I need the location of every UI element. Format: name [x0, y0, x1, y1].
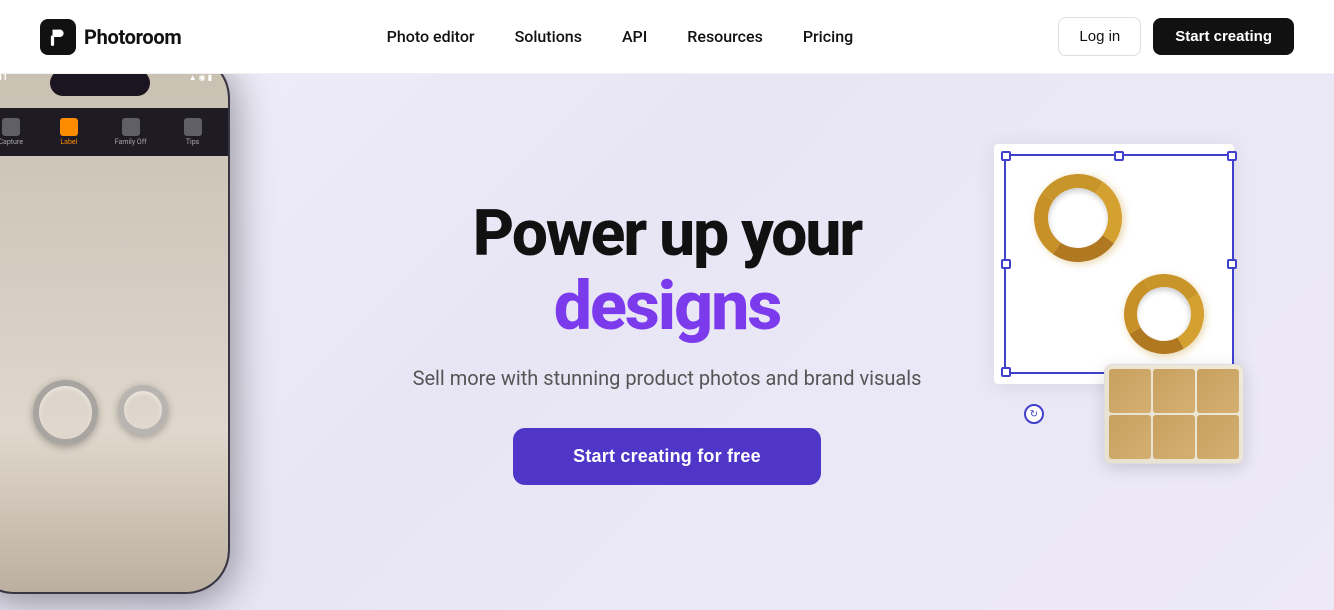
tablet-cell-6 [1197, 415, 1239, 459]
phone-status-icons: ▲ ◉ ▮ [189, 74, 212, 82]
nav-api[interactable]: API [622, 27, 647, 46]
label-icon [60, 118, 78, 136]
tool-tips: Tips [184, 118, 202, 146]
tips-label: Tips [186, 138, 199, 146]
login-button[interactable]: Log in [1058, 17, 1141, 56]
tool-capture: Capture [0, 118, 23, 146]
capture-icon [2, 118, 20, 136]
tablet-cell-1 [1109, 369, 1151, 413]
jewelry-canvas: ↻ [994, 134, 1254, 394]
silver-ring-1 [33, 380, 98, 445]
phone-jewelry [2, 312, 198, 512]
phone-time: 9:41 [0, 74, 8, 83]
phone-status-bar: 9:41 ▲ ◉ ▮ [0, 74, 212, 83]
navbar: Photoroom Photo editor Solutions API Res… [0, 0, 1334, 74]
selection-box [1004, 154, 1234, 374]
logo-svg [47, 26, 69, 48]
jewelry-mockup: ↻ [994, 134, 1274, 434]
handle-ml [1001, 259, 1011, 269]
tablet-cell-3 [1197, 369, 1239, 413]
handle-tm [1114, 151, 1124, 161]
brand-name: Photoroom [84, 25, 181, 49]
handle-tl [1001, 151, 1011, 161]
tablet-cell-4 [1109, 415, 1151, 459]
rotate-icon: ↻ [1030, 409, 1038, 420]
family-label: Family Off [115, 138, 147, 146]
silver-rings [33, 380, 168, 445]
start-creating-button[interactable]: Start creating [1153, 18, 1294, 55]
tablet-cell-5 [1153, 415, 1195, 459]
handle-tr [1227, 151, 1237, 161]
tool-label: Label [60, 118, 78, 146]
tablet-grid [1105, 365, 1243, 463]
phone-toolbar: Capture Label Family Off Tips [0, 108, 228, 156]
rotate-handle: ↻ [1024, 404, 1044, 424]
navbar-actions: Log in Start creating [1058, 17, 1294, 56]
nav-links: Photo editor Solutions API Resources Pri… [387, 27, 854, 46]
phone-mockup: 9:41 ▲ ◉ ▮ Capture Label Family Off [0, 74, 270, 610]
logo-icon [40, 19, 76, 55]
hero-cta-button[interactable]: Start creating for free [513, 428, 821, 485]
logo-link[interactable]: Photoroom [40, 19, 181, 55]
nav-resources[interactable]: Resources [687, 27, 763, 46]
hero-content: Power up your designs Sell more with stu… [413, 199, 922, 485]
handle-mr [1227, 259, 1237, 269]
phone-body: 9:41 ▲ ◉ ▮ Capture Label Family Off [0, 74, 230, 594]
hero-section: 9:41 ▲ ◉ ▮ Capture Label Family Off [0, 74, 1334, 610]
nav-solutions[interactable]: Solutions [515, 27, 582, 46]
family-icon [122, 118, 140, 136]
handle-bl [1001, 367, 1011, 377]
label-label: Label [60, 138, 77, 146]
silver-ring-2 [118, 385, 168, 435]
hero-title-line2: designs [413, 269, 922, 344]
tablet-cell-2 [1153, 369, 1195, 413]
tips-icon [184, 118, 202, 136]
tablet-hint [1104, 364, 1244, 464]
hero-title-line1: Power up your [413, 199, 922, 269]
nav-photo-editor[interactable]: Photo editor [387, 27, 475, 46]
nav-pricing[interactable]: Pricing [803, 27, 853, 46]
hero-subtitle: Sell more with stunning product photos a… [413, 364, 922, 392]
tool-family: Family Off [115, 118, 147, 146]
capture-label: Capture [0, 138, 23, 146]
